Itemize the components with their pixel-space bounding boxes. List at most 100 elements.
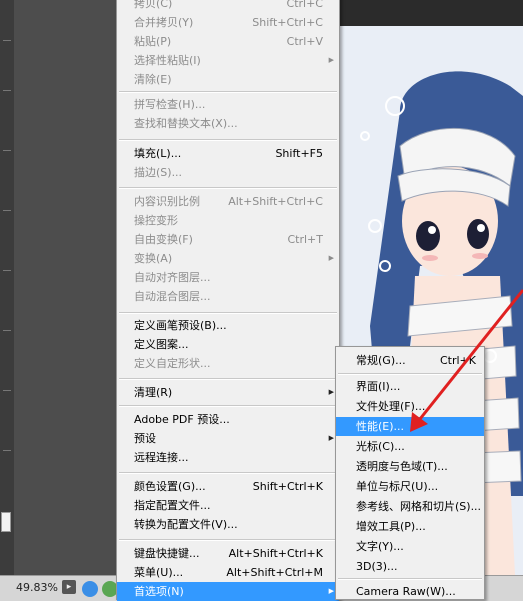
prefs-menu-item[interactable]: 透明度与色域(T)... — [336, 457, 484, 476]
tool-tick — [3, 210, 11, 211]
edit-menu-item[interactable]: 查找和替换文本(X)... — [117, 114, 339, 133]
edit-menu-item[interactable]: 首选项(N) ▶ — [117, 582, 339, 601]
edit-menu-item-label: 首选项(N) — [134, 585, 184, 598]
edit-menu-item-label: 合并拷贝(Y) — [134, 16, 194, 29]
prefs-menu-item[interactable]: 3D(3)... — [336, 557, 484, 576]
edit-menu-item-label: 粘贴(P) — [134, 35, 172, 48]
edit-menu-item[interactable]: 合并拷贝(Y) Shift+Ctrl+C — [117, 13, 339, 32]
edit-menu-item-label: 描边(S)... — [134, 166, 183, 179]
workspace-area — [14, 0, 116, 575]
edit-menu-item[interactable]: 键盘快捷键... Alt+Shift+Ctrl+K — [117, 544, 339, 563]
edit-menu-item[interactable]: 内容识别比例 Alt+Shift+Ctrl+C — [117, 192, 339, 211]
ie-icon[interactable] — [82, 581, 98, 597]
edit-menu-item[interactable]: 转换为配置文件(V)... — [117, 515, 339, 534]
menu-separator — [119, 378, 337, 380]
edit-menu-item-label: 拼写检查(H)... — [134, 98, 206, 111]
tool-tick — [3, 330, 11, 331]
edit-menu-item[interactable]: 描边(S)... — [117, 163, 339, 182]
edit-menu-item[interactable]: 定义图案... — [117, 335, 339, 354]
edit-menu-item[interactable]: 拷贝(C) Ctrl+C — [117, 0, 339, 13]
prefs-menu-item-label: 透明度与色域(T)... — [356, 460, 448, 473]
edit-menu-item-label: 操控变形 — [134, 214, 178, 227]
edit-menu-item-shortcut: Ctrl+C — [286, 0, 323, 10]
edit-menu-item[interactable]: 粘贴(P) Ctrl+V — [117, 32, 339, 51]
edit-menu-item[interactable]: Adobe PDF 预设... — [117, 410, 339, 429]
preferences-submenu: 常规(G)... Ctrl+K 界面(I)... 文件处理(F)... 性能(E)...… — [335, 346, 485, 600]
edit-menu-item[interactable]: 操控变形 — [117, 211, 339, 230]
edit-menu-item-label: 键盘快捷键... — [134, 547, 200, 560]
edit-menu-item-label: 远程连接... — [134, 451, 189, 464]
edit-menu-item-label: 定义图案... — [134, 338, 189, 351]
edit-menu-item[interactable]: 自动混合图层... — [117, 287, 339, 306]
prefs-menu-item[interactable]: 性能(E)... — [336, 417, 484, 436]
edit-menu-item-label: 颜色设置(G)... — [134, 480, 206, 493]
tool-strip[interactable] — [0, 0, 15, 575]
menu-separator — [119, 187, 337, 189]
edit-menu-item[interactable]: 自由变换(F) Ctrl+T — [117, 230, 339, 249]
prefs-menu-item[interactable]: Camera Raw(W)... — [336, 582, 484, 601]
edit-menu-item-label: 指定配置文件... — [134, 499, 211, 512]
edit-menu-item-shortcut: Alt+Shift+Ctrl+M — [226, 566, 323, 579]
menu-separator — [338, 578, 482, 580]
prefs-menu-item-label: 性能(E)... — [356, 420, 405, 433]
edit-menu-item-label: 拷贝(C) — [134, 0, 173, 10]
edit-menu-item-label: 菜单(U)... — [134, 566, 184, 579]
edit-menu-item-label: 自由变换(F) — [134, 233, 193, 246]
prefs-menu-item[interactable]: 单位与标尺(U)... — [336, 477, 484, 496]
edit-menu-item-label: 清理(R) — [134, 386, 173, 399]
prefs-menu-item[interactable]: 参考线、网格和切片(S)... — [336, 497, 484, 516]
edit-menu-item[interactable]: 清理(R) ▶ — [117, 383, 339, 402]
prefs-menu-item-label: 界面(I)... — [356, 380, 401, 393]
edit-menu-item-shortcut: Alt+Shift+Ctrl+K — [228, 547, 323, 560]
submenu-arrow-icon: ▶ — [328, 254, 334, 262]
edit-menu-item-label: 内容识别比例 — [134, 195, 200, 208]
edit-menu-item[interactable]: 清除(E) — [117, 70, 339, 89]
tool-tick — [3, 450, 11, 451]
menu-separator — [119, 312, 337, 314]
prefs-menu-item-label: 3D(3)... — [356, 560, 398, 573]
edit-menu-item-label: 变换(A) — [134, 252, 173, 265]
edit-menu-item[interactable]: 填充(L)... Shift+F5 — [117, 144, 339, 163]
prefs-menu-item[interactable]: 常规(G)... Ctrl+K — [336, 351, 484, 370]
zoom-level[interactable]: 49.83% — [16, 581, 58, 594]
edit-menu-item-label: Adobe PDF 预设... — [134, 413, 230, 426]
prefs-menu-item-label: 文字(Y)... — [356, 540, 404, 553]
edit-menu-item[interactable]: 自动对齐图层... — [117, 268, 339, 287]
edit-menu-item[interactable]: 指定配置文件... — [117, 496, 339, 515]
submenu-arrow-icon: ▶ — [328, 388, 334, 396]
edit-menu-item-shortcut: Shift+Ctrl+K — [252, 480, 323, 493]
edit-menu-item[interactable]: 颜色设置(G)... Shift+Ctrl+K — [117, 477, 339, 496]
edit-menu-item[interactable]: 定义画笔预设(B)... — [117, 316, 339, 335]
prefs-menu-item[interactable]: 界面(I)... — [336, 377, 484, 396]
prefs-menu-item[interactable]: 光标(C)... — [336, 437, 484, 456]
edit-menu-item-label: 定义画笔预设(B)... — [134, 319, 227, 332]
edit-menu-item[interactable]: 远程连接... — [117, 448, 339, 467]
edit-menu-item[interactable]: 变换(A) ▶ — [117, 249, 339, 268]
edit-menu-item[interactable]: 拼写检查(H)... — [117, 95, 339, 114]
edit-menu-item[interactable]: 选择性粘贴(I) ▶ — [117, 51, 339, 70]
prefs-menu-item[interactable]: 增效工具(P)... — [336, 517, 484, 536]
tool-tick — [3, 90, 11, 91]
status-menu-icon[interactable]: ▸ — [62, 580, 76, 594]
edit-menu-item-label: 自动混合图层... — [134, 290, 211, 303]
prefs-menu-item[interactable]: 文字(Y)... — [336, 537, 484, 556]
menu-separator — [119, 405, 337, 407]
prefs-menu-item-label: 文件处理(F)... — [356, 400, 426, 413]
submenu-arrow-icon: ▶ — [328, 56, 334, 64]
color-swatch[interactable] — [1, 512, 11, 532]
edit-menu-item-shortcut: Ctrl+V — [286, 35, 323, 48]
edit-menu-item[interactable]: 预设 ▶ — [117, 429, 339, 448]
tool-tick — [3, 40, 11, 41]
edit-menu-item-shortcut: Shift+F5 — [275, 147, 323, 160]
edit-menu-item-label: 清除(E) — [134, 73, 172, 86]
edit-menu-item-label: 转换为配置文件(V)... — [134, 518, 238, 531]
edit-menu-item-label: 填充(L)... — [134, 147, 182, 160]
edit-menu-item-shortcut: Alt+Shift+Ctrl+C — [228, 195, 323, 208]
prefs-menu-item-shortcut: Ctrl+K — [439, 354, 476, 367]
edit-menu-item[interactable]: 定义自定形状... — [117, 354, 339, 373]
edit-menu-item[interactable]: 菜单(U)... Alt+Shift+Ctrl+M — [117, 563, 339, 582]
edit-menu-item-label: 预设 — [134, 432, 156, 445]
prefs-menu-item[interactable]: 文件处理(F)... — [336, 397, 484, 416]
prefs-menu-item-label: 光标(C)... — [356, 440, 405, 453]
submenu-arrow-icon: ▶ — [328, 587, 334, 595]
